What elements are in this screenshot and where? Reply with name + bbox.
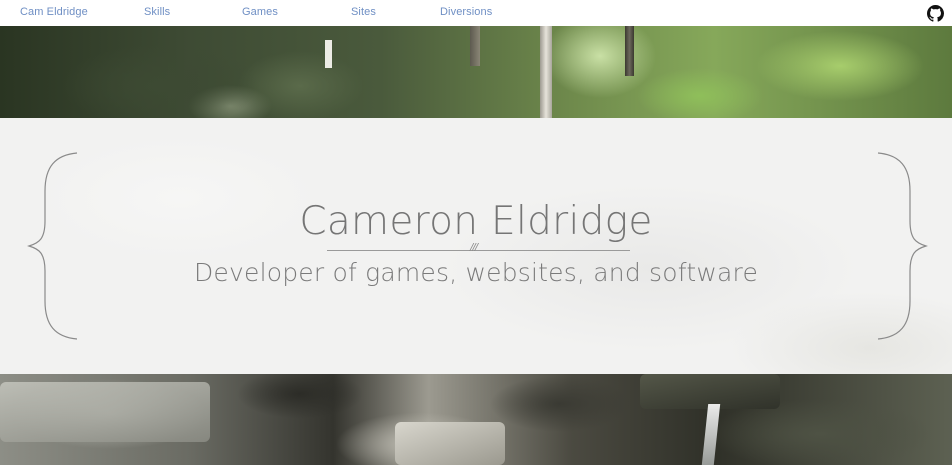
nav-link-sites[interactable]: Sites [351, 6, 376, 18]
tree-trunk [470, 26, 480, 66]
nav-link-games[interactable]: Games [242, 6, 278, 18]
page-subtitle: Developer of games, websites, and softwa… [193, 258, 759, 287]
github-icon[interactable] [927, 5, 944, 22]
right-brace-icon [877, 152, 928, 340]
divider-ornament: /// [470, 242, 478, 253]
nav-link-diversions[interactable]: Diversions [440, 6, 492, 18]
waterfall-stream [701, 404, 721, 465]
nav-link-skills[interactable]: Skills [144, 6, 170, 18]
tree-trunk [625, 26, 634, 76]
left-brace-icon [27, 152, 78, 340]
hero-banner: Cameron Eldridge /// Developer of games,… [0, 118, 952, 374]
top-nav: Cam Eldridge Skills Games Sites Diversio… [0, 0, 952, 26]
forest-photo [0, 26, 952, 118]
waterfall-rocks-photo [0, 374, 952, 465]
rock [395, 422, 505, 465]
rock [0, 382, 210, 442]
tree-trunk [540, 26, 552, 118]
nav-link-home[interactable]: Cam Eldridge [20, 6, 88, 18]
tree-trunk [325, 40, 332, 68]
page-title: Cameron Eldridge [299, 199, 653, 244]
